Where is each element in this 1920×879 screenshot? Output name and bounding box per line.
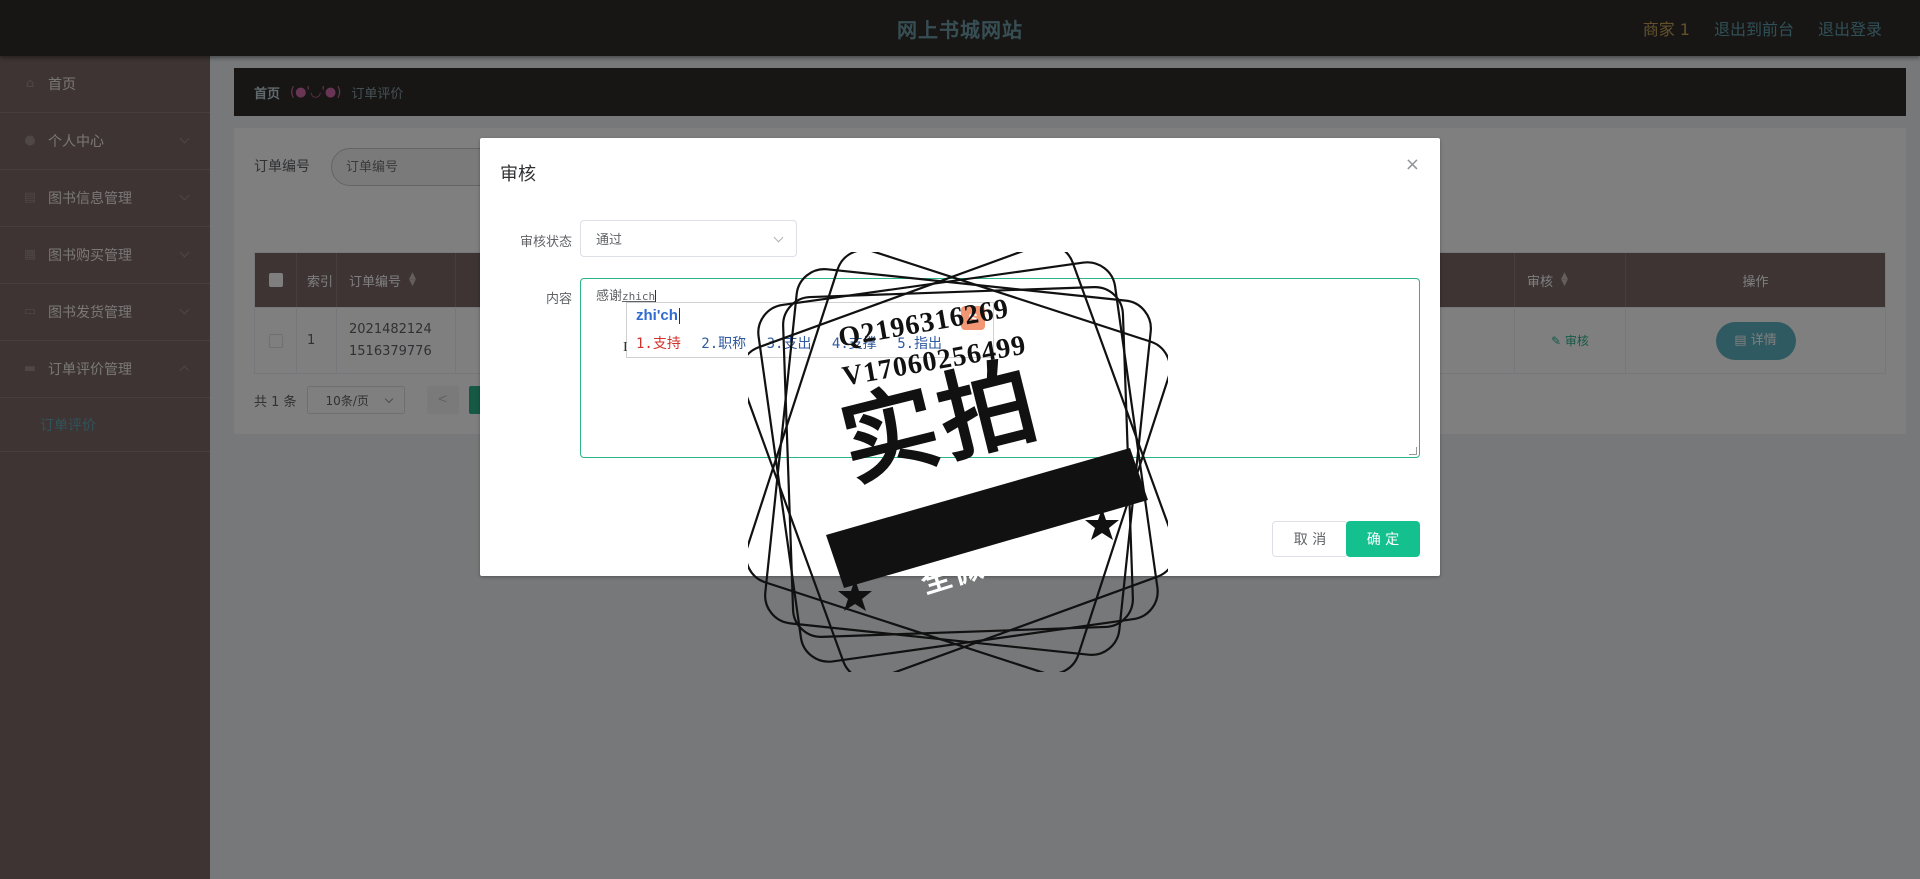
ime-candidate[interactable]: 2.职称 xyxy=(701,336,746,352)
close-icon[interactable]: × xyxy=(1405,154,1420,175)
ime-pinyin-text: zhi'ch xyxy=(636,307,678,324)
dialog-title: 审核 xyxy=(500,164,536,185)
content-text: 感谢 xyxy=(596,289,623,304)
ime-candidate[interactable]: 1.支持 xyxy=(636,336,681,352)
content-label: 内容 xyxy=(545,292,572,307)
text-caret xyxy=(678,308,680,325)
audit-status-label: 审核状态 xyxy=(519,235,572,250)
resize-handle[interactable] xyxy=(1409,447,1417,455)
confirm-button[interactable]: 确 定 xyxy=(1346,521,1420,557)
cancel-button[interactable]: 取 消 xyxy=(1272,521,1348,557)
ime-pinyin: zhi'ch xyxy=(636,307,680,325)
mouse-text-cursor-icon: I xyxy=(623,340,628,355)
